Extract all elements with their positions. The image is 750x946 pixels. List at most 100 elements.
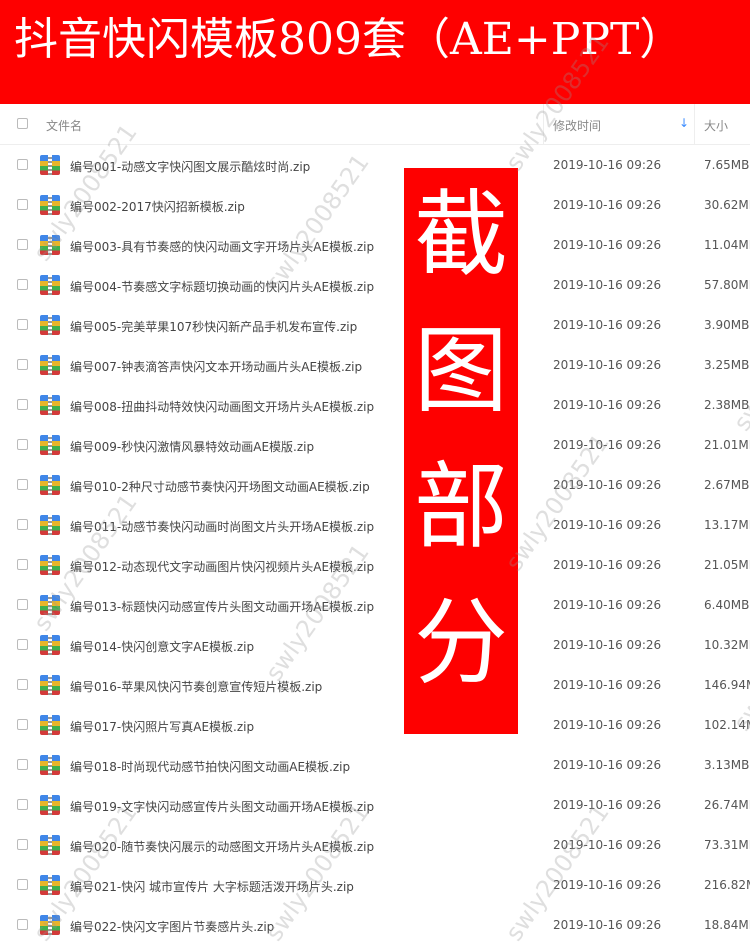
column-header-size[interactable]: 大小	[704, 117, 728, 134]
file-name[interactable]: 编号014-快闪创意文字AE模板.zip	[70, 638, 254, 655]
file-name[interactable]: 编号016-苹果风快闪节奏创意宣传短片模板.zip	[70, 678, 322, 695]
file-size: 21.05MB	[704, 558, 750, 572]
file-row[interactable]: 编号021-快闪 城市宣传片 大字标题活泼开场片头.zip 2019-10-16 …	[0, 865, 750, 905]
file-size: 6.40MB	[704, 598, 750, 612]
file-row[interactable]: 编号004-节奏感文字标题切换动画的快闪片头AE模板.zip 2019-10-16…	[0, 265, 750, 305]
file-row[interactable]: 编号010-2种尺寸动感节奏快闪开场图文动画AE模板.zip 2019-10-16…	[0, 465, 750, 505]
file-name[interactable]: 编号019-文字快闪动感宣传片头图文动画开场AE模板.zip	[70, 798, 374, 815]
file-row[interactable]: 编号009-秒快闪激情风暴特效动画AE模版.zip 2019-10-16 09:2…	[0, 425, 750, 465]
file-modified-time: 2019-10-16 09:26	[553, 518, 662, 532]
zip-file-icon	[40, 195, 60, 215]
row-checkbox[interactable]	[17, 399, 28, 410]
zip-file-icon	[40, 675, 60, 695]
file-modified-time: 2019-10-16 09:26	[553, 798, 662, 812]
file-size: 11.04MB	[704, 238, 750, 252]
stamp-char: 图	[413, 317, 508, 426]
arrow-down-icon[interactable]: ↓	[679, 116, 689, 130]
file-name[interactable]: 编号012-动态现代文字动画图片快闪视频片头AE模板.zip	[70, 558, 374, 575]
column-divider	[694, 104, 695, 144]
list-header: 文件名 修改时间 ↓ 大小	[0, 104, 750, 145]
file-row[interactable]: 编号019-文字快闪动感宣传片头图文动画开场AE模板.zip 2019-10-16…	[0, 785, 750, 825]
file-name[interactable]: 编号010-2种尺寸动感节奏快闪开场图文动画AE模板.zip	[70, 478, 370, 495]
file-row[interactable]: 编号020-随节奏快闪展示的动感图文开场片头AE模板.zip 2019-10-16…	[0, 825, 750, 865]
zip-file-icon	[40, 435, 60, 455]
zip-file-icon	[40, 155, 60, 175]
row-checkbox[interactable]	[17, 759, 28, 770]
row-checkbox[interactable]	[17, 519, 28, 530]
file-row[interactable]: 编号018-时尚现代动感节拍快闪图文动画AE模板.zip 2019-10-16 0…	[0, 745, 750, 785]
row-checkbox[interactable]	[17, 639, 28, 650]
file-size: 18.84MB	[704, 918, 750, 932]
zip-file-icon	[40, 315, 60, 335]
file-row[interactable]: 编号014-快闪创意文字AE模板.zip 2019-10-16 09:26 10.3…	[0, 625, 750, 665]
file-modified-time: 2019-10-16 09:26	[553, 558, 662, 572]
file-name[interactable]: 编号017-快闪照片写真AE模板.zip	[70, 718, 254, 735]
row-checkbox[interactable]	[17, 679, 28, 690]
file-list: 文件名 修改时间 ↓ 大小 编号001-动感文字快闪图文展示酷炫时尚.zip 20…	[0, 104, 750, 945]
row-checkbox[interactable]	[17, 199, 28, 210]
file-modified-time: 2019-10-16 09:26	[553, 598, 662, 612]
select-all-checkbox[interactable]	[17, 118, 28, 129]
column-header-time[interactable]: 修改时间	[553, 117, 601, 134]
file-modified-time: 2019-10-16 09:26	[553, 398, 662, 412]
stamp-char: 截	[413, 181, 508, 290]
zip-file-icon	[40, 475, 60, 495]
row-checkbox[interactable]	[17, 479, 28, 490]
row-checkbox[interactable]	[17, 559, 28, 570]
file-size: 146.94MB	[704, 678, 750, 692]
zip-file-icon	[40, 555, 60, 575]
zip-file-icon	[40, 515, 60, 535]
file-modified-time: 2019-10-16 09:26	[553, 718, 662, 732]
zip-file-icon	[40, 595, 60, 615]
file-modified-time: 2019-10-16 09:26	[553, 318, 662, 332]
file-name[interactable]: 编号007-钟表滴答声快闪文本开场动画片头AE模板.zip	[70, 358, 362, 375]
file-name[interactable]: 编号018-时尚现代动感节拍快闪图文动画AE模板.zip	[70, 758, 350, 775]
file-name[interactable]: 编号002-2017快闪招新模板.zip	[70, 198, 245, 215]
row-checkbox[interactable]	[17, 239, 28, 250]
file-modified-time: 2019-10-16 09:26	[553, 358, 662, 372]
file-name[interactable]: 编号003-具有节奏感的快闪动画文字开场片头AE模板.zip	[70, 238, 374, 255]
file-modified-time: 2019-10-16 09:26	[553, 758, 662, 772]
file-name[interactable]: 编号004-节奏感文字标题切换动画的快闪片头AE模板.zip	[70, 278, 374, 295]
file-name[interactable]: 编号009-秒快闪激情风暴特效动画AE模版.zip	[70, 438, 314, 455]
file-name[interactable]: 编号001-动感文字快闪图文展示酷炫时尚.zip	[70, 158, 310, 175]
column-header-name[interactable]: 文件名	[46, 117, 82, 134]
file-modified-time: 2019-10-16 09:26	[553, 158, 662, 172]
zip-file-icon	[40, 755, 60, 775]
file-name[interactable]: 编号008-扭曲抖动特效快闪动画图文开场片头AE模板.zip	[70, 398, 374, 415]
file-row[interactable]: 编号002-2017快闪招新模板.zip 2019-10-16 09:26 30.6…	[0, 185, 750, 225]
file-name[interactable]: 编号013-标题快闪动感宣传片头图文动画开场AE模板.zip	[70, 598, 374, 615]
file-row[interactable]: 编号007-钟表滴答声快闪文本开场动画片头AE模板.zip 2019-10-16 …	[0, 345, 750, 385]
file-size: 57.80MB	[704, 278, 750, 292]
row-checkbox[interactable]	[17, 319, 28, 330]
file-name[interactable]: 编号022-快闪文字图片节奏感片头.zip	[70, 918, 274, 935]
file-row[interactable]: 编号005-完美苹果107秒快闪新产品手机发布宣传.zip 2019-10-16 …	[0, 305, 750, 345]
row-checkbox[interactable]	[17, 279, 28, 290]
file-name[interactable]: 编号020-随节奏快闪展示的动感图文开场片头AE模板.zip	[70, 838, 374, 855]
row-checkbox[interactable]	[17, 439, 28, 450]
file-row[interactable]: 编号016-苹果风快闪节奏创意宣传短片模板.zip 2019-10-16 09:2…	[0, 665, 750, 705]
zip-file-icon	[40, 395, 60, 415]
zip-file-icon	[40, 715, 60, 735]
file-row[interactable]: 编号003-具有节奏感的快闪动画文字开场片头AE模板.zip 2019-10-16…	[0, 225, 750, 265]
row-checkbox[interactable]	[17, 359, 28, 370]
file-row[interactable]: 编号017-快闪照片写真AE模板.zip 2019-10-16 09:26 102.…	[0, 705, 750, 745]
file-row[interactable]: 编号001-动感文字快闪图文展示酷炫时尚.zip 2019-10-16 09:26…	[0, 145, 750, 185]
row-checkbox[interactable]	[17, 159, 28, 170]
file-row[interactable]: 编号012-动态现代文字动画图片快闪视频片头AE模板.zip 2019-10-16…	[0, 545, 750, 585]
row-checkbox[interactable]	[17, 919, 28, 930]
file-name[interactable]: 编号005-完美苹果107秒快闪新产品手机发布宣传.zip	[70, 318, 357, 335]
file-name[interactable]: 编号011-动感节奏快闪动画时尚图文片头开场AE模板.zip	[70, 518, 374, 535]
file-row[interactable]: 编号022-快闪文字图片节奏感片头.zip 2019-10-16 09:26 18.…	[0, 905, 750, 945]
file-row[interactable]: 编号013-标题快闪动感宣传片头图文动画开场AE模板.zip 2019-10-16…	[0, 585, 750, 625]
row-checkbox[interactable]	[17, 719, 28, 730]
row-checkbox[interactable]	[17, 879, 28, 890]
zip-file-icon	[40, 235, 60, 255]
file-name[interactable]: 编号021-快闪 城市宣传片 大字标题活泼开场片头.zip	[70, 878, 354, 895]
row-checkbox[interactable]	[17, 799, 28, 810]
row-checkbox[interactable]	[17, 839, 28, 850]
row-checkbox[interactable]	[17, 599, 28, 610]
file-row[interactable]: 编号008-扭曲抖动特效快闪动画图文开场片头AE模板.zip 2019-10-16…	[0, 385, 750, 425]
file-modified-time: 2019-10-16 09:26	[553, 198, 662, 212]
file-row[interactable]: 编号011-动感节奏快闪动画时尚图文片头开场AE模板.zip 2019-10-16…	[0, 505, 750, 545]
